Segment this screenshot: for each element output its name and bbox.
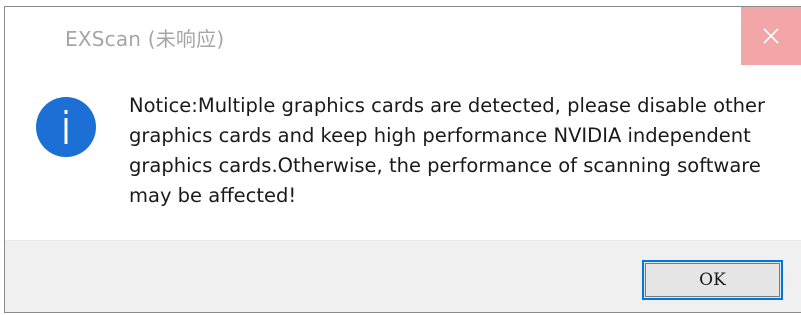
dialog-message: Notice:Multiple graphics cards are detec…	[129, 94, 766, 207]
close-button[interactable]	[741, 7, 801, 65]
dialog-content: Notice:Multiple graphics cards are detec…	[5, 67, 801, 240]
title-bar[interactable]: EXScan (未响应)	[5, 7, 801, 67]
window-title: EXScan (未响应)	[65, 27, 225, 51]
dialog-footer: OK	[5, 240, 801, 312]
message-dialog: EXScan (未响应) Notice:Multiple graphics ca…	[4, 6, 801, 313]
close-icon	[763, 28, 779, 44]
ok-button[interactable]: OK	[642, 260, 783, 300]
info-icon	[36, 97, 96, 157]
